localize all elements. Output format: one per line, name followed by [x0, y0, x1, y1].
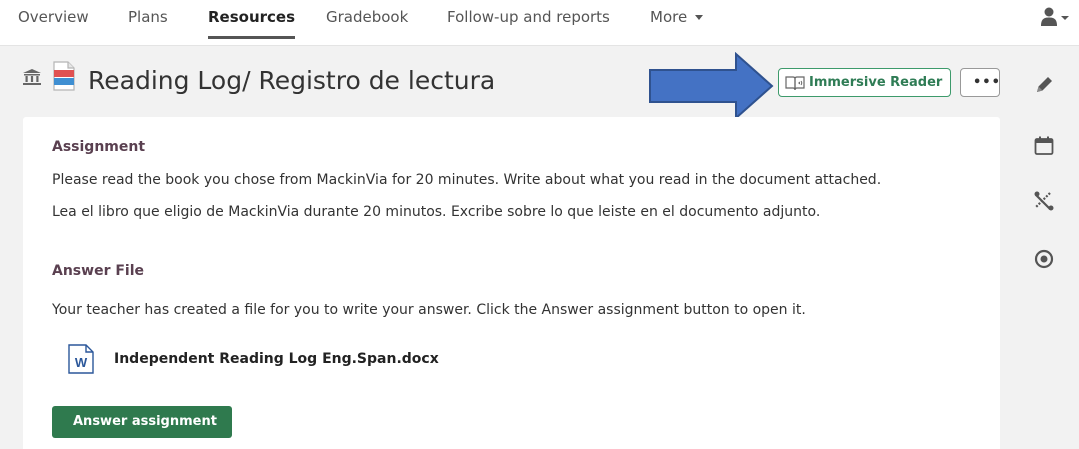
tools-icon[interactable] — [1033, 190, 1055, 212]
file-name: Independent Reading Log Eng.Span.docx — [114, 351, 439, 367]
assignment-text-spanish: Lea el libro que eligio de MackinVia dur… — [52, 204, 821, 220]
document-icon — [53, 61, 75, 91]
institution-icon — [23, 69, 41, 85]
tab-follow-up-and-reports[interactable]: Follow-up and reports — [447, 8, 610, 26]
top-nav: Overview Plans Resources Gradebook Follo… — [0, 0, 1079, 46]
calendar-icon[interactable] — [1033, 135, 1055, 157]
tab-resources[interactable]: Resources — [208, 8, 296, 39]
page-title: Reading Log/ Registro de lectura — [88, 66, 496, 95]
immersive-reader-label: Immersive Reader — [809, 75, 943, 90]
tab-more[interactable]: More — [650, 8, 704, 26]
answer-assignment-button[interactable]: Answer assignment — [52, 406, 232, 438]
assignment-card: Assignment Please read the book you chos… — [23, 117, 1000, 449]
pencil-icon[interactable] — [1033, 74, 1055, 96]
ellipsis-icon: ••• — [973, 75, 1001, 90]
user-menu[interactable] — [1040, 6, 1070, 28]
tab-gradebook[interactable]: Gradebook — [326, 8, 408, 26]
chevron-down-icon — [695, 15, 704, 20]
tab-overview[interactable]: Overview — [18, 8, 89, 26]
answer-file-description: Your teacher has created a file for you … — [52, 302, 806, 318]
more-options-button[interactable]: ••• — [960, 68, 1000, 97]
answer-file-link[interactable]: W Independent Reading Log Eng.Span.docx — [67, 344, 439, 374]
assignment-heading: Assignment — [52, 139, 146, 155]
answer-assignment-label: Answer assignment — [73, 414, 217, 429]
immersive-reader-button[interactable]: Immersive Reader — [778, 68, 951, 97]
tab-plans[interactable]: Plans — [128, 8, 168, 26]
target-icon[interactable] — [1033, 248, 1055, 270]
immersive-reader-icon — [785, 76, 805, 91]
word-file-icon-letter: W — [75, 355, 88, 370]
word-file-icon: W — [68, 344, 94, 374]
assignment-text-english: Please read the book you chose from Mack… — [52, 172, 882, 188]
tab-more-label: More — [650, 8, 688, 26]
answer-file-heading: Answer File — [52, 263, 144, 279]
arrow-annotation-icon — [649, 52, 774, 120]
user-icon — [1041, 7, 1069, 26]
